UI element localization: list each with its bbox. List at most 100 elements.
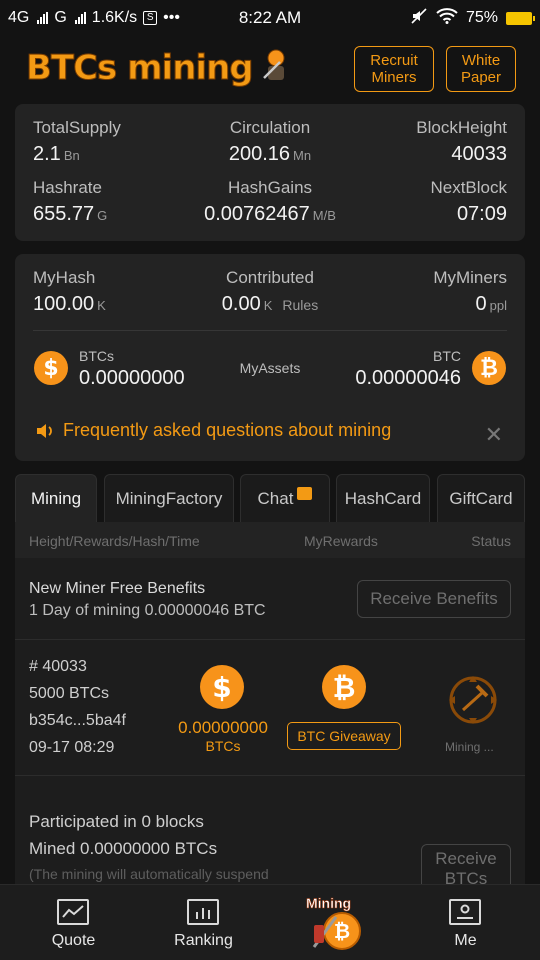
hashrate-unit: G	[97, 208, 108, 223]
app-logo: BTCs mining	[26, 48, 255, 89]
close-icon[interactable]: ✕	[485, 422, 503, 448]
miner-mascot-icon	[263, 49, 285, 80]
nav-ranking-label: Ranking	[174, 932, 233, 949]
my-hash-unit: K	[97, 298, 106, 313]
next-block-stat: NextBlock 07:09	[430, 178, 507, 226]
block-height-label: BlockHeight	[416, 118, 507, 137]
bar-chart-icon	[187, 899, 219, 925]
hash-gains-value: 0.00762467	[204, 203, 310, 225]
suspend-note: (The mining will automatically suspend	[29, 866, 269, 882]
contributed-label: Contributed	[226, 268, 314, 287]
table-header: Height/Rewards/Hash/Time MyRewards Statu…	[15, 522, 525, 558]
status-left: 4G G 1.6K/s S •••	[8, 9, 180, 27]
mined-amount: Mined 0.00000000 BTCs	[29, 839, 218, 858]
nav-mining-label: Mining	[306, 895, 352, 912]
mute-icon	[410, 7, 428, 30]
col-status: Status	[471, 533, 511, 549]
circulation-value: 200.16	[228, 143, 291, 165]
network-stats-card: TotalSupply 2.1 Bn Circulation 200.16 Mn B…	[15, 104, 525, 241]
total-supply-unit: Bn	[63, 148, 80, 163]
next-block-label: NextBlock	[430, 178, 507, 197]
benefit-subtitle: 1 Day of mining 0.00000046 BTC	[29, 602, 266, 619]
white-paper-button[interactable]: White Paper	[446, 46, 516, 92]
more-icon: •••	[163, 9, 180, 26]
my-stats-card: MyHash 100.00 K Contributed 0.00 K Rules My…	[15, 254, 525, 461]
nav-ranking[interactable]: Ranking	[136, 885, 271, 960]
my-reward-value: 0.00000000	[178, 718, 268, 737]
circulation-label: Circulation	[229, 118, 311, 137]
tab-chat-label: Chat	[257, 488, 294, 508]
btcs-asset-value: 0.00000000	[79, 367, 185, 389]
signal-icon-2	[74, 12, 86, 24]
block-height: # 40033	[29, 658, 87, 675]
total-supply-stat: TotalSupply 2.1 Bn	[33, 118, 121, 166]
my-hash-stat: MyHash 100.00 K	[33, 268, 106, 316]
contributed-stat: Contributed 0.00 K Rules	[185, 268, 355, 316]
chat-icon	[297, 487, 313, 500]
circulation-stat: Circulation 200.16 Mn	[195, 118, 345, 166]
my-miners-label: MyMiners	[433, 268, 507, 287]
participated-blocks: Participated in 0 blocks	[29, 812, 204, 831]
tab-chat[interactable]: Chat	[240, 474, 330, 522]
tab-mining[interactable]: Mining	[15, 474, 97, 522]
nav-quote[interactable]: Quote	[6, 885, 141, 960]
btc-asset-label: BTC	[433, 348, 461, 364]
block-height-value: 40033	[451, 143, 507, 165]
profile-card-icon	[449, 899, 481, 925]
my-assets-label: MyAssets	[239, 360, 301, 376]
signal-icon	[37, 12, 49, 24]
total-supply-value: 2.1	[33, 143, 61, 165]
speaker-icon	[37, 423, 52, 438]
block-reward: 5000 BTCs	[29, 685, 110, 702]
my-miners-stat: MyMiners 0 ppl	[433, 268, 507, 316]
recruit-miners-button[interactable]: Recruit Miners	[354, 46, 434, 92]
col-height-rewards: Height/Rewards/Hash/Time	[29, 533, 200, 549]
tab-bar: Mining MiningFactory Chat HashCard GiftC…	[15, 474, 525, 522]
network-speed: 1.6K/s	[91, 9, 138, 26]
benefit-title: New Miner Free Benefits	[29, 580, 206, 597]
svg-text:₿: ₿	[334, 919, 350, 943]
next-block-value: 07:09	[456, 203, 507, 225]
block-time: 09-17 08:29	[29, 739, 115, 756]
contributed-value: 0.00	[221, 293, 261, 315]
nav-quote-label: Quote	[51, 932, 96, 949]
my-hash-label: MyHash	[33, 268, 96, 287]
btcs-asset-label: BTCs	[79, 348, 114, 364]
new-miner-benefit-row: New Miner Free Benefits 1 Day of mining …	[15, 558, 525, 640]
mining-panel: Height/Rewards/Hash/Time MyRewards Statu…	[15, 522, 525, 896]
rules-link[interactable]: Rules	[282, 297, 318, 313]
receive-benefits-button[interactable]: Receive Benefits	[357, 580, 511, 618]
network-type-2: G	[54, 9, 67, 26]
divider	[33, 330, 507, 331]
hash-gains-unit: M/B	[312, 208, 336, 223]
btcs-coin-icon: $	[34, 351, 68, 385]
battery-icon	[506, 11, 535, 25]
my-hash-value: 100.00	[33, 293, 95, 315]
wifi-icon	[436, 7, 458, 29]
tab-mining-factory[interactable]: MiningFactory	[104, 474, 234, 522]
hash-gains-label: HashGains	[227, 178, 313, 197]
status-right: 75%	[410, 7, 535, 30]
block-row: # 40033 5000 BTCs b354c...5ba4f 09-17 08…	[15, 640, 525, 776]
nav-me[interactable]: Me	[398, 885, 533, 960]
btcs-reward-coin-icon: $	[200, 665, 244, 709]
btc-giveaway-coin-icon: ₿	[322, 665, 366, 709]
block-height-stat: BlockHeight 40033	[416, 118, 507, 166]
col-my-rewards: MyRewards	[304, 533, 378, 549]
battery-percent: 75%	[465, 9, 498, 26]
total-supply-label: TotalSupply	[33, 118, 121, 137]
faq-link[interactable]: Frequently asked questions about mining	[35, 420, 391, 441]
tab-hash-card[interactable]: HashCard	[336, 474, 430, 522]
hash-gains-stat: HashGains 0.00762467 M/B	[195, 178, 345, 226]
btc-giveaway-button[interactable]: BTC Giveaway	[287, 722, 401, 750]
bottom-nav: Quote Ranking ₿ Mining Me	[0, 884, 540, 960]
my-miners-unit: ppl	[489, 298, 507, 313]
participation-row: Participated in 0 blocks Mined 0.0000000…	[15, 776, 525, 896]
mining-status-label: Mining ...	[445, 740, 494, 754]
status-bar: 4G G 1.6K/s S ••• 8:22 AM 75%	[0, 0, 540, 36]
tab-gift-card[interactable]: GiftCard	[437, 474, 525, 522]
screenshot-icon: S	[143, 11, 158, 25]
contributed-unit: K	[263, 298, 273, 313]
hashrate-label: Hashrate	[33, 178, 102, 197]
faq-text: Frequently asked questions about mining	[63, 420, 392, 440]
